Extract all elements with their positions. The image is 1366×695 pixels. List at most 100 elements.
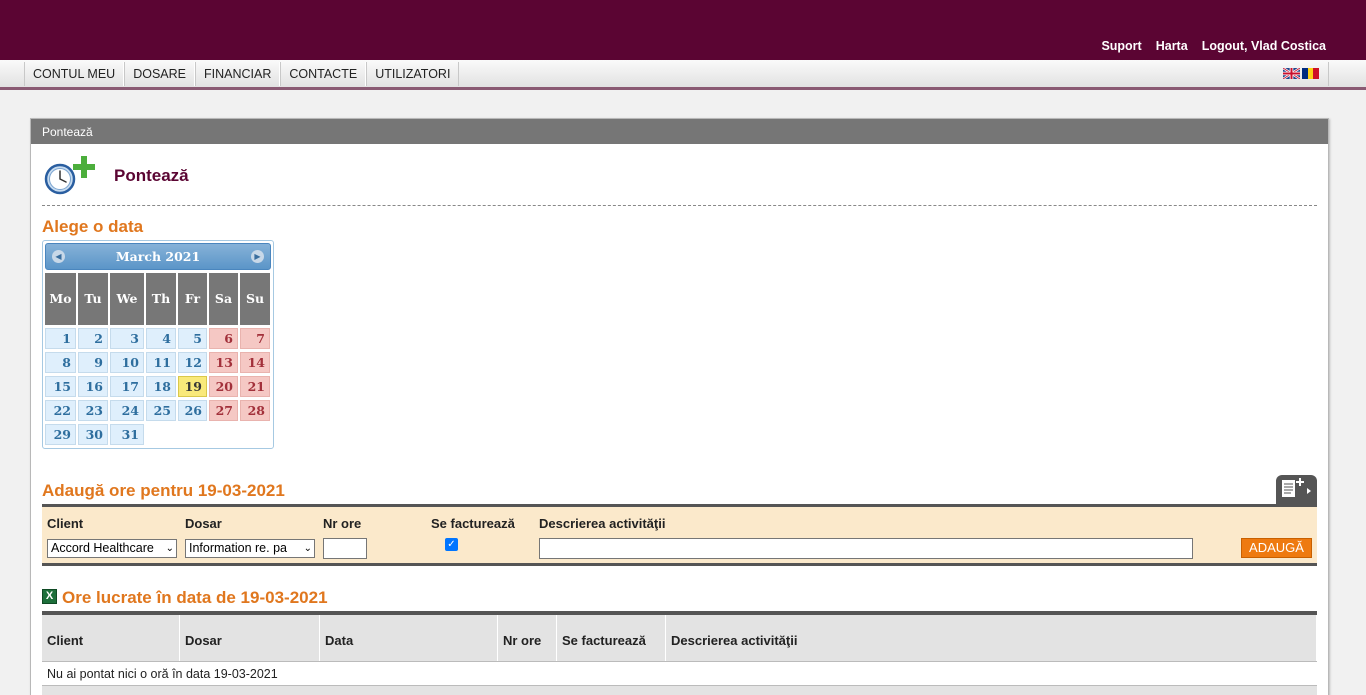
calendar-day[interactable]: 28 (240, 400, 270, 421)
dow-header: Sa (209, 273, 238, 325)
choose-date-title: Alege o data (42, 217, 144, 236)
col-dosar: Dosar (180, 615, 320, 661)
add-hours-title: Adaugă ore pentru 19-03-2021 (42, 481, 285, 500)
main-nav-bar: CONTUL MEU DOSARE FINANCIAR CONTACTE UTI… (0, 60, 1366, 90)
nr-ore-input[interactable] (323, 538, 367, 559)
calendar-day[interactable]: 5 (178, 328, 207, 349)
panel-header: Pontează (31, 119, 1328, 144)
main-nav: CONTUL MEU DOSARE FINANCIAR CONTACTE UTI… (24, 62, 460, 86)
top-links: Suport Harta Logout, Vlad Costica (1101, 39, 1326, 53)
calendar-day[interactable]: 20 (209, 376, 238, 397)
language-switcher (1283, 68, 1319, 79)
add-hours-form: Client Dosar Nr ore Se facturează Descri… (42, 504, 1317, 566)
table-header: Client Dosar Data Nr ore Se facturează D… (42, 615, 1317, 661)
calendar-day[interactable]: 3 (110, 328, 144, 349)
calendar-day[interactable]: 2 (78, 328, 108, 349)
pontare-panel: Pontează Pontează Alege o data ◀ March 2… (30, 118, 1329, 695)
calendar-day[interactable]: 6 (209, 328, 238, 349)
worked-hours-title: Ore lucrate în data de 19-03-2021 (62, 588, 328, 607)
prev-month-icon[interactable]: ◀ (52, 250, 65, 263)
calendar-day[interactable]: 8 (45, 352, 76, 373)
calendar-day[interactable]: 31 (110, 424, 144, 445)
chevron-down-icon: ⌄ (303, 543, 312, 554)
worked-hours-table: Client Dosar Data Nr ore Se facturează D… (42, 611, 1317, 695)
nav-item-utilizatori[interactable]: UTILIZATORI (366, 62, 460, 86)
excel-export-icon[interactable]: X (42, 589, 57, 604)
empty-row-message: Nu ai pontat nici o oră în data 19-03-20… (42, 661, 1317, 686)
title-divider (42, 205, 1317, 206)
calendar-day[interactable]: 4 (146, 328, 176, 349)
calendar-day[interactable]: 17 (110, 376, 144, 397)
col-client: Client (42, 615, 180, 661)
dow-header: Mo (45, 273, 76, 325)
title-row: Pontează (42, 155, 189, 197)
col-data: Data (320, 615, 498, 661)
calendar-day[interactable]: 9 (78, 352, 108, 373)
calendar-day[interactable]: 1 (45, 328, 76, 349)
add-button[interactable]: ADAUGĂ (1241, 538, 1312, 558)
calendar-day[interactable]: 13 (209, 352, 238, 373)
dosar-select[interactable]: Information re. pa ⌄ (185, 539, 315, 558)
calendar-day[interactable]: 12 (178, 352, 207, 373)
table-footer (42, 686, 1317, 695)
dow-header: Fr (178, 273, 207, 325)
client-select[interactable]: Accord Healthcare ⌄ (47, 539, 177, 558)
calendar-day[interactable]: 18 (146, 376, 176, 397)
calendar-day[interactable]: 23 (78, 400, 108, 421)
calendar-day[interactable]: 14 (240, 352, 270, 373)
nav-item-contacte[interactable]: CONTACTE (280, 62, 367, 86)
calendar-day[interactable]: 16 (78, 376, 108, 397)
calendar-empty-cell (178, 424, 207, 445)
calendar-dow-row: Mo Tu We Th Fr Sa Su (45, 273, 271, 325)
top-bar: Suport Harta Logout, Vlad Costica (0, 0, 1366, 60)
client-label: Client (47, 516, 84, 531)
descriere-label: Descrierea activităţii (539, 516, 666, 531)
dow-header: Tu (78, 273, 108, 325)
client-select-value: Accord Healthcare (51, 541, 154, 555)
nav-item-dosare[interactable]: DOSARE (124, 62, 195, 86)
calendar-day[interactable]: 11 (146, 352, 176, 373)
calendar-day[interactable]: 22 (45, 400, 76, 421)
dosar-select-value: Information re. pa (189, 541, 287, 555)
logout-link[interactable]: Logout, Vlad Costica (1202, 39, 1326, 53)
calendar-day[interactable]: 25 (146, 400, 176, 421)
calendar-day[interactable]: 7 (240, 328, 270, 349)
date-picker: ◀ March 2021 ▶ Mo Tu We Th Fr Sa Su 1234… (42, 240, 274, 449)
col-nr-ore: Nr ore (498, 615, 557, 661)
clock-add-icon (44, 156, 95, 195)
next-month-icon[interactable]: ▶ (251, 250, 264, 263)
se-factureaza-checkbox[interactable]: ✓ (445, 538, 458, 551)
calendar-header: ◀ March 2021 ▶ (45, 243, 271, 270)
map-link[interactable]: Harta (1156, 39, 1188, 53)
calendar-week: 8 9 10 11 12 13 14 (45, 352, 271, 373)
en-flag-icon[interactable] (1283, 68, 1300, 79)
document-plus-icon (1282, 478, 1311, 497)
calendar-day[interactable]: 15 (45, 376, 76, 397)
se-factureaza-label: Se facturează (431, 516, 515, 531)
page-title: Pontează (114, 166, 189, 185)
calendar-day[interactable]: 27 (209, 400, 238, 421)
calendar-day[interactable]: 19 (178, 376, 207, 397)
calendar-week: 1234567 (45, 328, 271, 349)
add-document-icon[interactable] (1276, 475, 1317, 505)
calendar-days: 1 2 3 4 5 6 7 8 9 10 11 12 13 14 15 16 17 18 19 20 21 22 23 24 2… (45, 328, 271, 445)
calendar-month-label: March 2021 (115, 249, 201, 264)
dosar-label: Dosar (185, 516, 222, 531)
calendar-week: 29 30 31 (45, 424, 271, 445)
calendar-week: 22 23 24 25 26 27 28 (45, 400, 271, 421)
calendar-day[interactable]: 26 (178, 400, 207, 421)
calendar-empty-cell (240, 424, 270, 445)
nav-item-financiar[interactable]: FINANCIAR (194, 62, 281, 86)
descriere-input[interactable] (539, 538, 1193, 559)
nr-ore-label: Nr ore (323, 516, 362, 531)
calendar-day[interactable]: 24 (110, 400, 144, 421)
calendar-day[interactable]: 10 (110, 352, 144, 373)
calendar-day[interactable]: 29 (45, 424, 76, 445)
calendar-empty-cell (146, 424, 176, 445)
nav-item-contul-meu[interactable]: CONTUL MEU (24, 62, 125, 86)
calendar-day[interactable]: 30 (78, 424, 108, 445)
calendar-day[interactable]: 21 (240, 376, 270, 397)
calendar-week: 15 16 17 18 19 20 21 (45, 376, 271, 397)
support-link[interactable]: Suport (1101, 39, 1141, 53)
ro-flag-icon[interactable] (1302, 68, 1319, 79)
